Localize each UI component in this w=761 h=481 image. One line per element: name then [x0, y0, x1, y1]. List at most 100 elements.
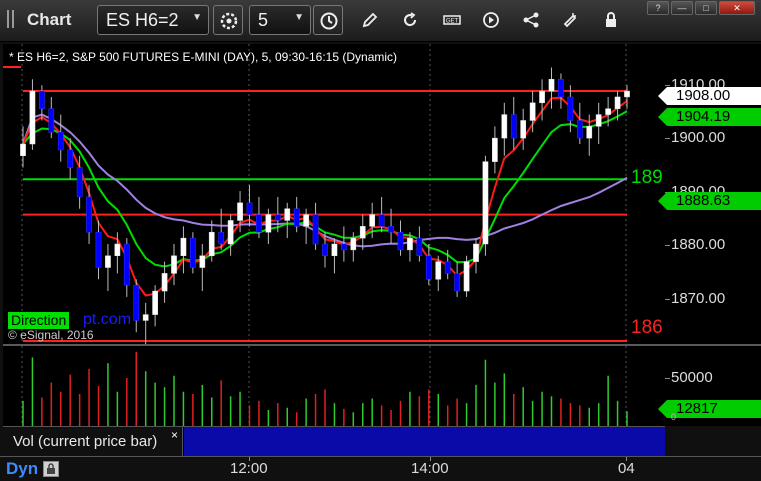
- draw-tool-button[interactable]: [355, 5, 385, 35]
- window-controls: ? — □ ✕: [647, 1, 757, 15]
- study-label: Vol (current price bar): [13, 433, 158, 450]
- price-tick: 1870.00: [671, 290, 726, 307]
- candle-body: [435, 261, 442, 280]
- time-tick: 04: [618, 460, 635, 477]
- candle-body: [95, 231, 102, 268]
- candle-body: [303, 214, 309, 227]
- candle-body: [274, 214, 281, 221]
- candle-body: [369, 214, 376, 227]
- close-study-icon[interactable]: ×: [171, 428, 178, 442]
- study-input-field[interactable]: [184, 427, 665, 456]
- candle-body: [586, 126, 593, 139]
- candle-body: [416, 237, 423, 257]
- time-tick: 14:00: [411, 460, 449, 477]
- interval-select[interactable]: 5 ▼: [249, 5, 311, 35]
- clock-icon: [320, 12, 338, 30]
- candle-body: [331, 243, 338, 257]
- candle-body: [595, 114, 602, 127]
- time-tick: 12:00: [230, 460, 268, 477]
- refresh-icon: [404, 12, 417, 27]
- candle-body: [444, 261, 451, 274]
- candle-body: [322, 243, 328, 257]
- tick-mark: [665, 378, 670, 379]
- price-tick: 1900.00: [671, 129, 726, 146]
- chevron-down-icon: ▼: [192, 12, 202, 23]
- candle-body: [246, 202, 253, 215]
- chevron-down-icon: ▼: [294, 12, 304, 23]
- candle-body: [142, 314, 149, 321]
- lock-icon[interactable]: [43, 461, 59, 477]
- lock-icon: [606, 12, 616, 27]
- price-pane[interactable]: * ES H6=2, S&P 500 FUTURES E-MINI (DAY),…: [3, 44, 665, 344]
- volume-axis[interactable]: 50000 12817 0: [658, 346, 761, 426]
- time-axis[interactable]: Dyn 12:00 14:00 04: [0, 456, 761, 481]
- settings-icon: [220, 12, 238, 30]
- candle-body: [567, 96, 574, 121]
- cursor-tool-button[interactable]: [556, 5, 586, 35]
- candle-body: [67, 149, 74, 168]
- candle-body: [520, 120, 527, 139]
- pencil-icon: [362, 12, 378, 28]
- tick-mark: [665, 85, 670, 86]
- link-button[interactable]: [516, 5, 546, 35]
- minimize-button[interactable]: —: [671, 1, 693, 15]
- chart-window: Chart ES H6=2 ▼ 5 ▼ GET ? — □ ✕ * ES H6=…: [0, 0, 761, 481]
- candle-body: [105, 255, 111, 268]
- candle-body: [237, 202, 243, 221]
- interval-value: 5: [258, 10, 269, 30]
- time-template-button[interactable]: [313, 5, 343, 35]
- candle-body: [20, 143, 26, 157]
- lock-button[interactable]: [596, 5, 626, 35]
- play-button[interactable]: [476, 5, 506, 35]
- last-price-tag: 1908.00: [658, 87, 761, 105]
- restore-button[interactable]: □: [695, 1, 717, 15]
- settings-button[interactable]: [213, 5, 243, 35]
- symbol-select[interactable]: ES H6=2 ▼: [97, 5, 209, 35]
- candle-body: [463, 261, 470, 292]
- study-input-bar: Vol (current price bar) ×: [3, 426, 665, 456]
- volume-tag: 12817: [658, 400, 761, 418]
- candle-body: [529, 102, 536, 121]
- direction-label: Direction: [8, 312, 70, 329]
- candle-body: [510, 114, 517, 139]
- candle-body: [284, 208, 291, 221]
- candle-body: [152, 290, 158, 315]
- candle-body: [576, 120, 583, 139]
- candle-body: [293, 208, 300, 227]
- candle-body: [407, 237, 413, 251]
- svg-text:GET: GET: [446, 19, 459, 25]
- candle-body: [378, 214, 385, 227]
- network-icon: [523, 12, 539, 28]
- drag-grip-icon[interactable]: [7, 10, 19, 28]
- candle-body: [454, 273, 460, 292]
- candle-body: [605, 108, 611, 115]
- price-chart: [3, 44, 630, 344]
- volume-chart: [21, 346, 628, 426]
- volume-pane[interactable]: [3, 346, 665, 426]
- dynamic-mode-label[interactable]: Dyn: [6, 459, 38, 479]
- candle-body: [558, 79, 564, 98]
- candle-body: [624, 90, 630, 98]
- candle-body: [312, 214, 319, 245]
- close-button[interactable]: ✕: [719, 1, 755, 15]
- candle-body: [114, 243, 121, 257]
- copyright-text: © eSignal, 2016: [8, 328, 94, 342]
- candle-body: [492, 137, 498, 162]
- help-button[interactable]: ?: [647, 1, 669, 15]
- symbol-description: * ES H6=2, S&P 500 FUTURES E-MINI (DAY),…: [9, 50, 398, 64]
- candle-body: [227, 220, 234, 245]
- candle-body: [473, 243, 479, 262]
- watermark-text: pt.com: [83, 311, 132, 328]
- price-tick: 1880.00: [671, 236, 726, 253]
- candle-body: [425, 255, 432, 280]
- upper-level-label: 189: [631, 167, 663, 188]
- chart-toolbar: Chart ES H6=2 ▼ 5 ▼ GET ? — □ ✕: [0, 0, 761, 42]
- candle-body: [614, 96, 621, 109]
- candle-body: [208, 231, 215, 257]
- volume-zero-tick: 0: [671, 412, 677, 422]
- get-data-button[interactable]: GET: [437, 5, 467, 35]
- price-axis[interactable]: 1910.00 1900.00 1890.00 1880.00 1870.00 …: [658, 44, 761, 344]
- tick-mark: [665, 299, 670, 300]
- candle-body: [48, 108, 55, 133]
- refresh-button[interactable]: [395, 5, 425, 35]
